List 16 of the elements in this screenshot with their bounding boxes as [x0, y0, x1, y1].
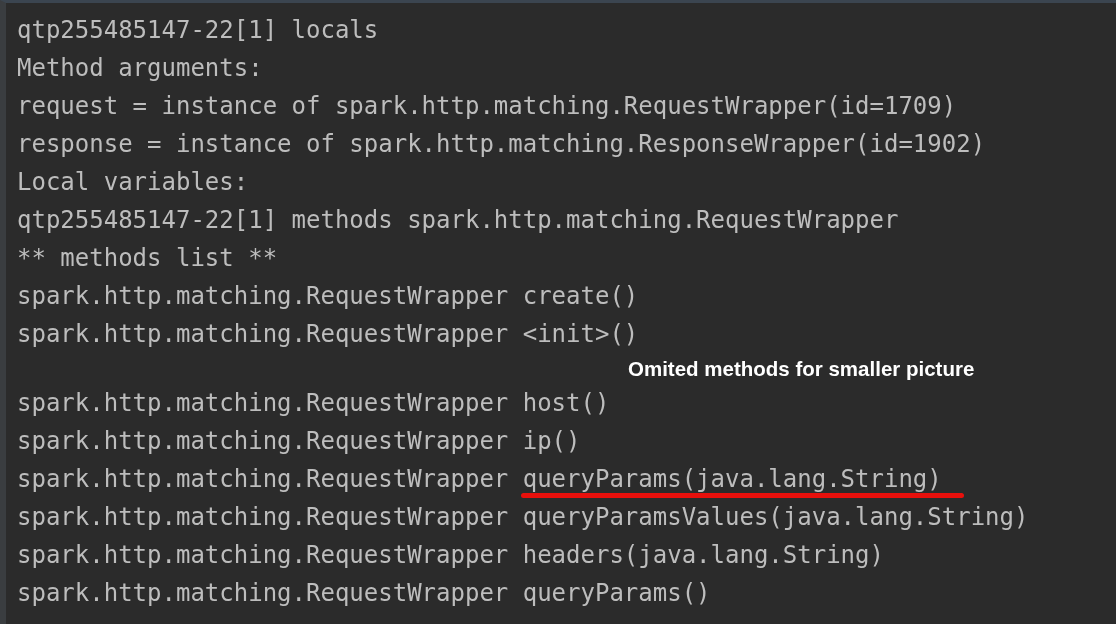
- console-line: spark.http.matching.RequestWrapper queryParamsValues(java.lang.String): [17, 503, 1029, 531]
- console-line: qtp255485147-22[1] locals: [17, 16, 379, 44]
- console-line: request = instance of spark.http.matching.RequestWrapper(id=1709): [17, 92, 957, 120]
- annotation-note: Omited methods for smaller picture: [628, 356, 975, 381]
- console-line: spark.http.matching.RequestWrapper queryParams(java.lang.String): [17, 465, 942, 493]
- console-line: spark.http.matching.RequestWrapper host(): [17, 389, 610, 417]
- console-line: ** methods list **: [17, 244, 278, 272]
- console-line: spark.http.matching.RequestWrapper headers(java.lang.String): [17, 541, 884, 569]
- console-line: Method arguments:: [17, 54, 263, 82]
- console-line: spark.http.matching.RequestWrapper ip(): [17, 427, 581, 455]
- console-line: spark.http.matching.RequestWrapper create(): [17, 282, 639, 310]
- console-line: spark.http.matching.RequestWrapper <init>(): [17, 320, 639, 348]
- console-line: response = instance of spark.http.matching.ResponseWrapper(id=1902): [17, 130, 986, 158]
- console-line: qtp255485147-22[1] methods spark.http.matching.RequestWrapper: [17, 206, 899, 234]
- console-line: Local variables:: [17, 168, 249, 196]
- console-line: spark.http.matching.RequestWrapper queryParams(): [17, 579, 711, 607]
